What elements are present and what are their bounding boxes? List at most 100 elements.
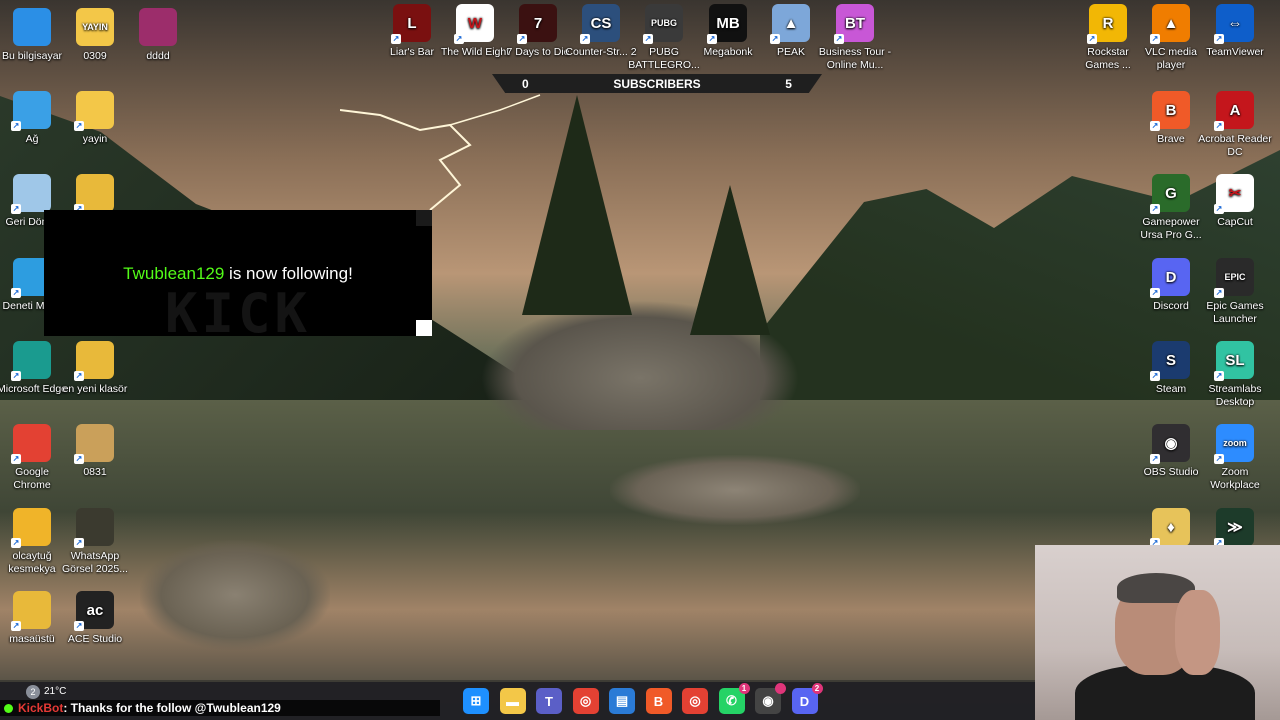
teams-icon[interactable]: T	[536, 688, 562, 714]
brave-icon: B ↗	[1150, 91, 1190, 131]
icon-tag: ✂	[1228, 184, 1242, 202]
shortcut-arrow-icon: ↗	[770, 34, 780, 44]
desktop-icon-label: Brave	[1157, 133, 1185, 145]
folder-icon: ↗	[74, 91, 114, 131]
shortcut-arrow-icon: ↗	[1150, 454, 1160, 464]
desktop-icon[interactable]: ↗ yayin	[58, 91, 132, 146]
desktop-icon[interactable]: zoom ↗ Zoom Workplace	[1198, 424, 1272, 492]
network-icon: ↗	[11, 91, 51, 131]
desktop-icon[interactable]: ≫ ↗	[1198, 508, 1272, 550]
chrome-icon[interactable]: ◎	[682, 688, 708, 714]
desktop-icon-label: TeamViewer	[1206, 46, 1264, 58]
shortcut-arrow-icon: ↗	[74, 121, 84, 131]
notification-badge: 2	[811, 683, 823, 694]
teamviewer-icon: ⇔ ↗	[1214, 4, 1254, 44]
shortcut-arrow-icon: ↗	[1214, 454, 1224, 464]
desktop-icon[interactable]: ♦ ↗	[1134, 508, 1208, 550]
store-icon[interactable]: ▤	[609, 688, 635, 714]
kick-logo-watermark: KICK	[164, 282, 312, 345]
desktop-icon[interactable]: ↗ en yeni klasör	[58, 341, 132, 396]
shortcut-arrow-icon: ↗	[1150, 288, 1160, 298]
peak-icon: ▲ ↗	[770, 4, 810, 44]
folder-icon: YAYIN	[76, 8, 114, 46]
follow-alert-message: Twublean129 is now following!	[44, 264, 432, 284]
icon-tag: zoom	[1223, 437, 1247, 448]
desktop-icon[interactable]: EPIC ↗ Epic Games Launcher	[1198, 258, 1272, 326]
seven-days-icon: 7 ↗	[517, 4, 557, 44]
user-folder-icon: ↗	[11, 508, 51, 548]
shortcut-arrow-icon: ↗	[707, 34, 717, 44]
desktop-icon[interactable]: ◉ ↗ OBS Studio	[1134, 424, 1208, 479]
shortcut-arrow-icon: ↗	[1150, 121, 1160, 131]
desktop-icon[interactable]: ↗ WhatsApp Görsel 2025...	[58, 508, 132, 576]
desktop-icon-label: Acrobat Reader DC	[1198, 133, 1272, 158]
acrobat-icon: A ↗	[1214, 91, 1254, 131]
desktop-icon[interactable]: ▲ ↗ VLC media player	[1134, 4, 1208, 72]
desktop-icon[interactable]: ⇔ ↗ TeamViewer	[1198, 4, 1272, 59]
desktop-icon[interactable]: D ↗ Discord	[1134, 258, 1208, 313]
taskbar-icon-glyph: T	[545, 693, 553, 709]
folder-icon: ↗	[74, 341, 114, 381]
taskbar-icon-glyph: B	[653, 693, 664, 709]
winrar-icon	[139, 8, 177, 46]
wallpaper-rock	[140, 540, 330, 650]
desktop-icon[interactable]: SL ↗ Streamlabs Desktop	[1198, 341, 1272, 409]
icon-tag: R	[1102, 14, 1114, 32]
shortcut-arrow-icon: ↗	[74, 621, 84, 631]
icon-tag: B	[1165, 101, 1177, 119]
follow-alert-text: is now following!	[224, 264, 353, 283]
desktop-icon[interactable]: S ↗ Steam	[1134, 341, 1208, 396]
shortcut-arrow-icon: ↗	[1214, 371, 1224, 381]
windows-start-icon[interactable]: ⊞	[463, 688, 489, 714]
desktop-icon[interactable]: ✂ ↗ CapCut	[1198, 174, 1272, 229]
discord-icon[interactable]: D2	[791, 683, 823, 714]
desktop-icon[interactable]: A ↗ Acrobat Reader DC	[1198, 91, 1272, 159]
icon-tag: EPIC	[1224, 271, 1246, 282]
obs-icon[interactable]: ◉	[755, 683, 786, 714]
shortcut-arrow-icon: ↗	[11, 288, 21, 298]
desktop-icon[interactable]: dddd	[121, 8, 195, 63]
rockstar-icon: R ↗	[1087, 4, 1127, 44]
shortcut-arrow-icon: ↗	[1214, 34, 1224, 44]
desktop-icon[interactable]: ▲ ↗ PEAK	[754, 4, 828, 59]
shortcut-arrow-icon: ↗	[1150, 34, 1160, 44]
icon-tag: ▲	[1163, 14, 1179, 32]
whatsapp-icon[interactable]: ✆ 1	[718, 683, 750, 714]
desktop-icon-label: Discord	[1153, 300, 1189, 312]
desktop-icon-label: ACE Studio	[67, 633, 123, 645]
desktop-icon-label: VLC media player	[1145, 46, 1197, 71]
notification-badge: 1	[738, 683, 750, 694]
chat-status-dot	[4, 704, 13, 713]
desktop-icon[interactable]: B ↗ Brave	[1134, 91, 1208, 146]
chat-message-text: : Thanks for the follow @Twublean129	[63, 701, 281, 715]
file-explorer-icon[interactable]: ▬	[499, 688, 526, 714]
brave-icon[interactable]: B	[645, 688, 672, 714]
obs-icon: ◉ ↗	[1150, 424, 1190, 464]
desktop-icon-label: PEAK	[776, 46, 805, 58]
icon-tag: ◉	[1164, 434, 1178, 452]
desktop-icon-label: en yeni klasör	[62, 383, 128, 395]
follow-alert: KICK Twublean129 is now following!	[44, 210, 432, 345]
shortcut-arrow-icon: ↗	[11, 121, 21, 131]
shortcut-arrow-icon: ↗	[74, 538, 84, 548]
desktop-icon[interactable]: PUBG ↗ PUBG BATTLEGRO...	[627, 4, 701, 72]
edge-icon: ↗	[11, 341, 51, 381]
desktop-icon-label: Streamlabs Desktop	[1208, 383, 1262, 408]
icon-tag: BT	[845, 14, 865, 32]
image-icon: ↗	[74, 508, 114, 548]
weather-widget[interactable]: 21°C	[28, 686, 66, 697]
desktop-icon[interactable]: ↗ 0831	[58, 424, 132, 479]
desktop-icon[interactable]: ac ↗ ACE Studio	[58, 591, 132, 646]
desktop-icon-label: 0831	[83, 466, 107, 478]
wallpaper-lightning	[340, 94, 541, 210]
icon-tag: SL	[1225, 351, 1245, 369]
desktop-icon[interactable]: BT ↗ Business Tour - Online Mu...	[818, 4, 892, 72]
desktop-icon-label: Zoom Workplace	[1210, 466, 1260, 491]
computer-icon	[13, 8, 51, 46]
steam-icon: S ↗	[1150, 341, 1190, 381]
desktop-icon[interactable]: G ↗ Gamepower Ursa Pro G...	[1134, 174, 1208, 242]
desktop-icon-label: Business Tour - Online Mu...	[818, 46, 892, 71]
folder-icon: ↗	[74, 174, 114, 214]
icon-tag: ▲	[783, 14, 799, 32]
chrome-icon[interactable]: ◎	[572, 688, 599, 714]
